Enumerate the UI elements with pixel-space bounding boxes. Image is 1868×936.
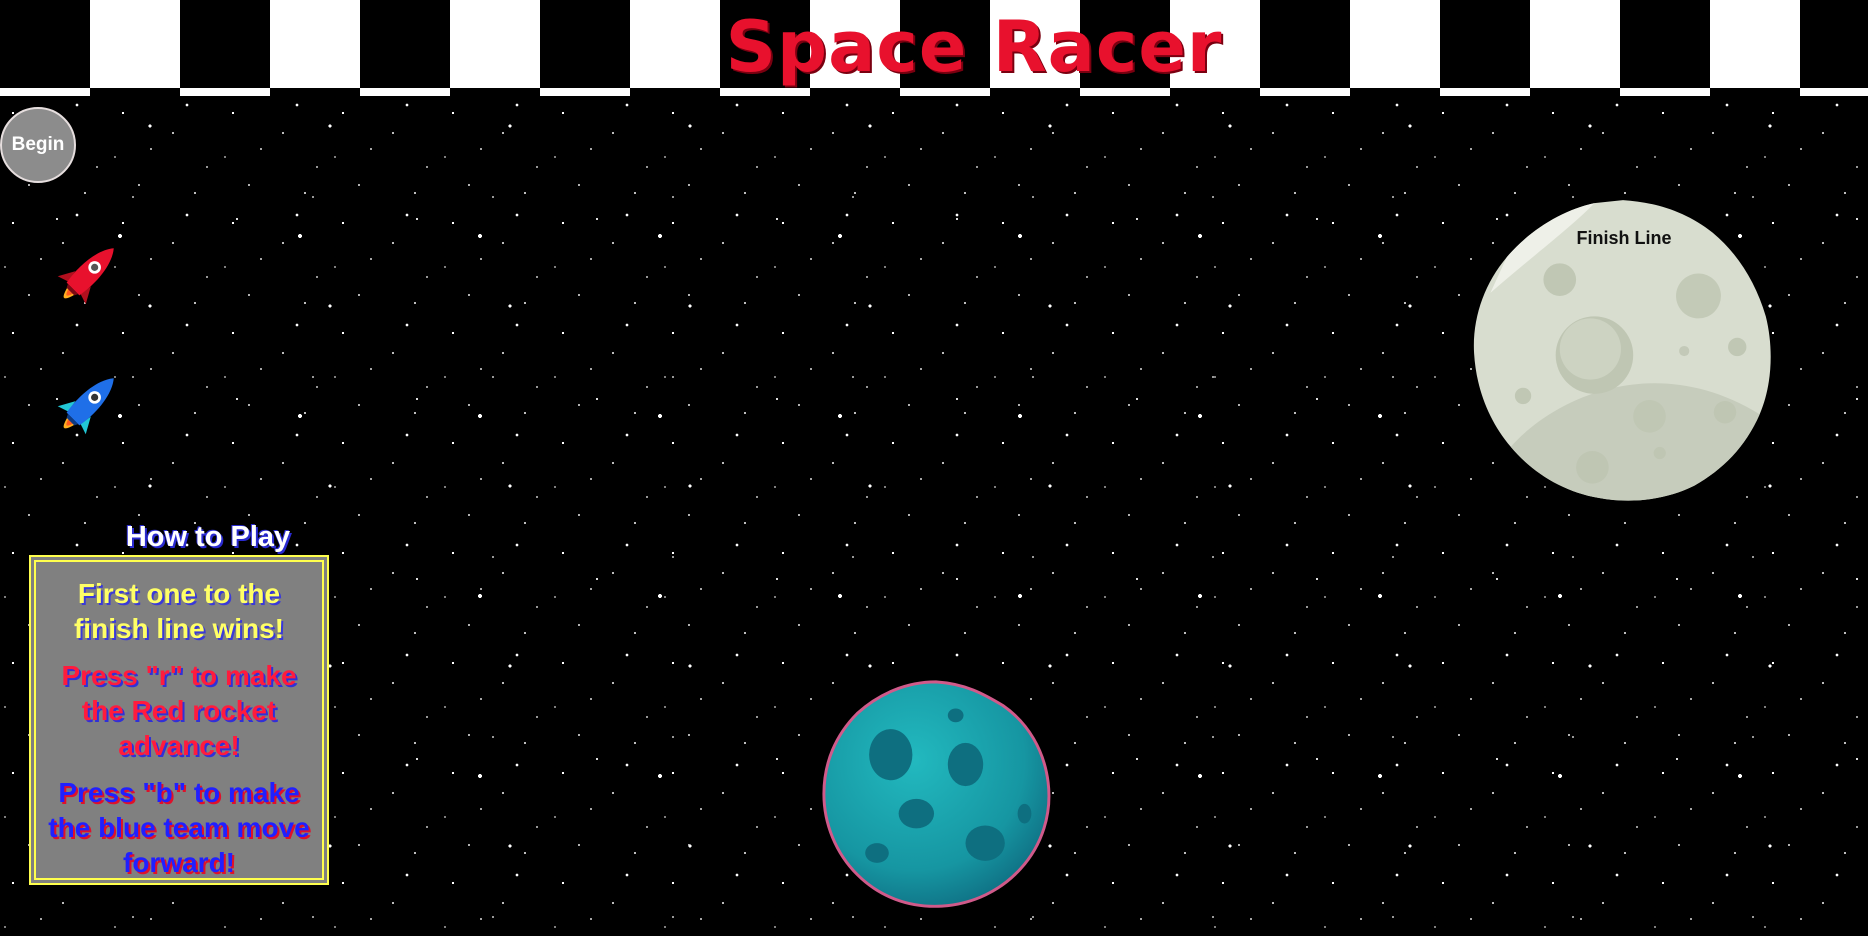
checkered-header: Space Racer	[0, 0, 1868, 96]
instruction-blue: Press "b" to make the blue team move for…	[48, 777, 310, 878]
instruction-win: First one to the finish line wins!	[73, 578, 284, 644]
instruction-red: Press "r" to make the Red rocket advance…	[61, 660, 297, 761]
teal-planet	[822, 680, 1051, 908]
red-rocket-icon	[57, 248, 114, 305]
blue-rocket-icon	[57, 378, 114, 435]
instructions-box: First one to the finish line wins! Press…	[29, 555, 329, 885]
finish-line-label: Finish Line	[1576, 228, 1672, 248]
how-to-play-heading: How to Play	[125, 521, 291, 553]
begin-button[interactable]: Begin	[0, 107, 76, 183]
game-title: Space Racer	[725, 6, 1223, 88]
